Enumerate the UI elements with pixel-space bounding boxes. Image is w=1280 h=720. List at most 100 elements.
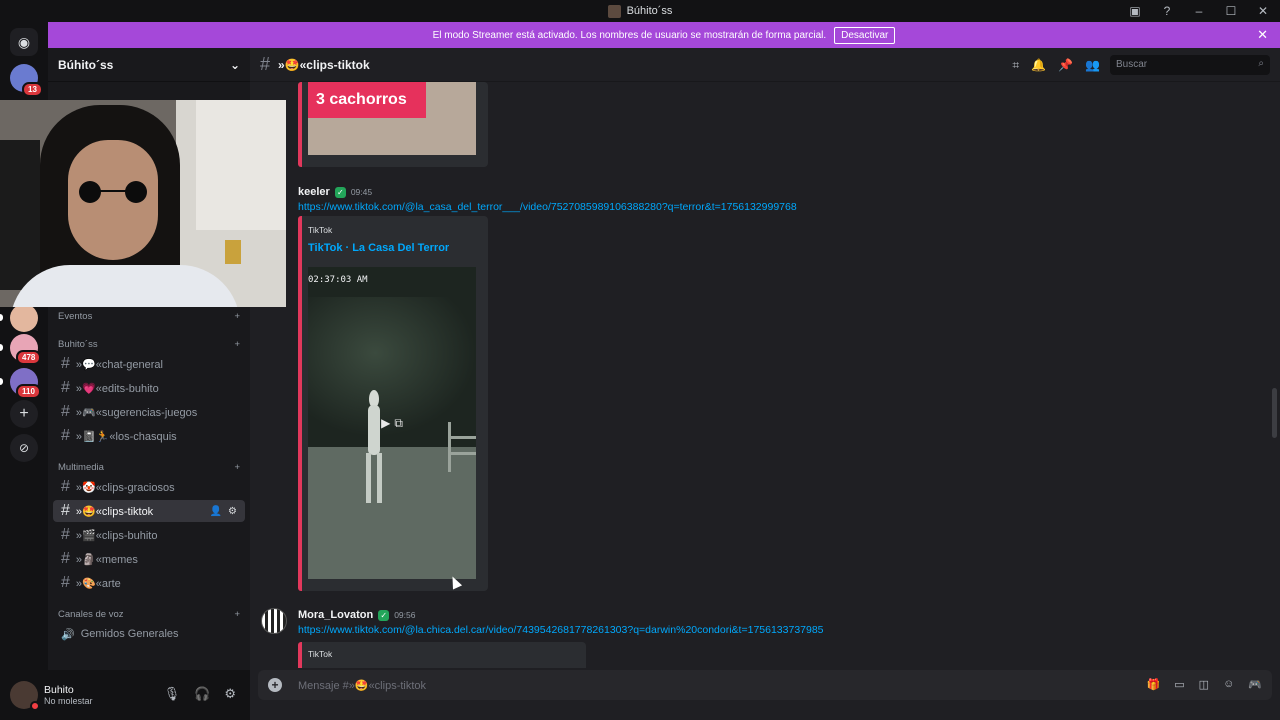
pin-icon[interactable]: 📌 <box>1058 58 1073 73</box>
message-time: 09:45 <box>350 187 373 197</box>
add-channel-icon[interactable]: + <box>234 339 240 350</box>
microphone-icon[interactable]: 🎙 <box>164 686 181 702</box>
gift-icon[interactable]: 🎁 <box>1147 678 1161 691</box>
hash-icon: # <box>260 54 271 74</box>
video-timestamp: 02:37:03 AM <box>308 275 368 285</box>
message-author[interactable]: keeler ✓ 09:45 <box>298 186 372 198</box>
close-window-icon[interactable]: ✕ <box>1256 4 1270 18</box>
category-voice[interactable]: Canales de voz + <box>58 609 240 620</box>
fence <box>448 422 476 472</box>
emoji-icon[interactable]: ☺ <box>1223 678 1234 691</box>
tiktok-embed <box>302 642 586 668</box>
webcam-overlay <box>0 100 286 307</box>
embed-title[interactable]: TikTok · La Casa Del Terror <box>308 242 449 254</box>
channel-memes[interactable]: # »🗿«memes <box>53 548 245 570</box>
channel-clips-tiktok[interactable]: # »🤩«clips-tiktok 👤 ⚙ <box>53 500 245 522</box>
hash-icon: # <box>61 478 70 495</box>
add-channel-icon[interactable]: + <box>234 462 240 473</box>
add-icon[interactable]: + <box>234 311 240 322</box>
hash-icon: # <box>61 355 70 372</box>
channel-label: »💬«chat-general <box>75 358 163 371</box>
channel-sugerencias-juegos[interactable]: # »🎮«sugerencias-juegos <box>53 401 245 423</box>
channel-chat-general[interactable]: # »💬«chat-general <box>53 353 245 375</box>
message-composer[interactable]: + Mensaje #»🤩«clips-tiktok 🎁 ▭ ◫ ☺ 🎮 <box>258 670 1272 700</box>
user-status: No molestar <box>44 696 93 706</box>
hash-icon: # <box>61 379 70 396</box>
add-server-icon[interactable]: + <box>10 400 38 428</box>
gif-icon[interactable]: ▭ <box>1174 678 1184 691</box>
hash-icon: # <box>61 550 70 567</box>
sunglasses-icon <box>79 181 147 203</box>
gear-icon[interactable]: ⚙ <box>224 686 236 702</box>
dnd-status-icon <box>30 701 40 711</box>
role-icon: ✓ <box>334 186 346 198</box>
members-icon[interactable]: 👥 <box>1085 58 1100 73</box>
message-input[interactable]: Mensaje #»🤩«clips-tiktok <box>298 679 426 692</box>
channel-label: »🎬«clips-buhito <box>75 529 158 542</box>
help-icon[interactable]: ? <box>1160 4 1174 18</box>
scrollbar[interactable] <box>1272 388 1277 438</box>
minimize-icon[interactable]: – <box>1192 4 1206 18</box>
server-name: Búhito´ss <box>58 57 114 72</box>
disable-streamer-button[interactable]: Desactivar <box>834 26 896 44</box>
thumbnail-text: 3 cachorros <box>308 82 426 118</box>
category-label: Multimedia <box>58 462 104 473</box>
discord-home-icon[interactable]: ◉ <box>10 28 38 56</box>
hash-icon: # <box>61 502 70 519</box>
embed-provider: TikTok <box>308 649 333 659</box>
apps-icon[interactable]: 🎮 <box>1248 678 1262 691</box>
play-icon: ▶ <box>381 416 391 430</box>
chevron-down-icon: ⌄ <box>229 57 240 72</box>
message-link[interactable]: https://www.tiktok.com/@la.chica.del.car… <box>298 624 824 636</box>
username: Buhito <box>44 684 74 696</box>
category-multimedia[interactable]: Multimedia + <box>58 462 240 473</box>
channel-title: »🤩«clips-tiktok <box>278 57 370 72</box>
category-main[interactable]: Buhito´ss + <box>58 339 240 350</box>
threads-icon[interactable]: ⌗ <box>1012 58 1019 73</box>
add-attachment-icon[interactable]: + <box>268 678 282 692</box>
embed-provider: TikTok <box>308 225 333 235</box>
headphones-icon[interactable]: 🎧 <box>194 686 210 702</box>
category-label: Canales de voz <box>58 609 124 620</box>
external-link-icon[interactable]: ⧉ <box>394 416 403 431</box>
sticker-icon[interactable]: ◫ <box>1199 678 1209 691</box>
embed-video[interactable]: 02:37:03 AM ▶ ⧉ <box>308 267 476 579</box>
search-input[interactable]: Buscar ⌕ <box>1110 55 1270 75</box>
channel-arte[interactable]: # »🎨«arte <box>53 572 245 594</box>
voice-channel[interactable]: 🔊 Gemidos Generales <box>53 623 245 645</box>
hash-icon: # <box>61 427 70 444</box>
channel-los-chasquis[interactable]: # »📓🏃«los-chasquis <box>53 425 245 447</box>
add-channel-icon[interactable]: + <box>234 609 240 620</box>
message-link[interactable]: https://www.tiktok.com/@la_casa_del_terr… <box>298 201 797 213</box>
inbox-icon[interactable]: ▣ <box>1128 4 1142 18</box>
message-author[interactable]: Mora_Lovaton ✓ 09:56 <box>298 609 415 621</box>
speaker-icon: 🔊 <box>61 628 75 641</box>
invite-icon[interactable]: 👤 <box>210 506 222 517</box>
video-thumbnail[interactable]: 3 cachorros <box>308 82 476 155</box>
category-events[interactable]: Eventos + <box>58 311 240 322</box>
channel-clips-buhito[interactable]: # »🎬«clips-buhito <box>53 524 245 546</box>
play-button[interactable]: ▶ ⧉ <box>374 412 410 434</box>
unread-indicator <box>0 378 3 385</box>
channel-label: »🤡«clips-graciosos <box>75 481 175 494</box>
search-icon: ⌕ <box>1258 58 1264 69</box>
channel-edits-buhito[interactable]: # »💗«edits-buhito <box>53 377 245 399</box>
channel-label: »🗿«memes <box>75 553 138 566</box>
gear-icon[interactable]: ⚙ <box>228 506 237 517</box>
discover-icon[interactable]: ⊘ <box>10 434 38 462</box>
unread-indicator <box>0 314 3 321</box>
server-header[interactable]: Búhito´ss ⌄ <box>48 48 250 82</box>
search-placeholder: Buscar <box>1116 59 1148 70</box>
banner-text: El modo Streamer está activado. Los nomb… <box>432 29 827 41</box>
close-icon[interactable]: ✕ <box>1257 27 1268 43</box>
avatar[interactable] <box>10 681 40 711</box>
maximize-icon[interactable]: ☐ <box>1224 4 1238 18</box>
streamer-mode-banner: El modo Streamer está activado. Los nomb… <box>48 22 1280 48</box>
role-icon: ✓ <box>378 609 390 621</box>
avatar[interactable] <box>261 608 287 634</box>
channel-clips-graciosos[interactable]: # »🤡«clips-graciosos <box>53 476 245 498</box>
server-icon-2[interactable] <box>10 304 38 332</box>
creature-figure <box>366 390 382 503</box>
category-label: Buhito´ss <box>58 339 98 350</box>
bell-icon[interactable]: 🔔 <box>1031 58 1046 73</box>
